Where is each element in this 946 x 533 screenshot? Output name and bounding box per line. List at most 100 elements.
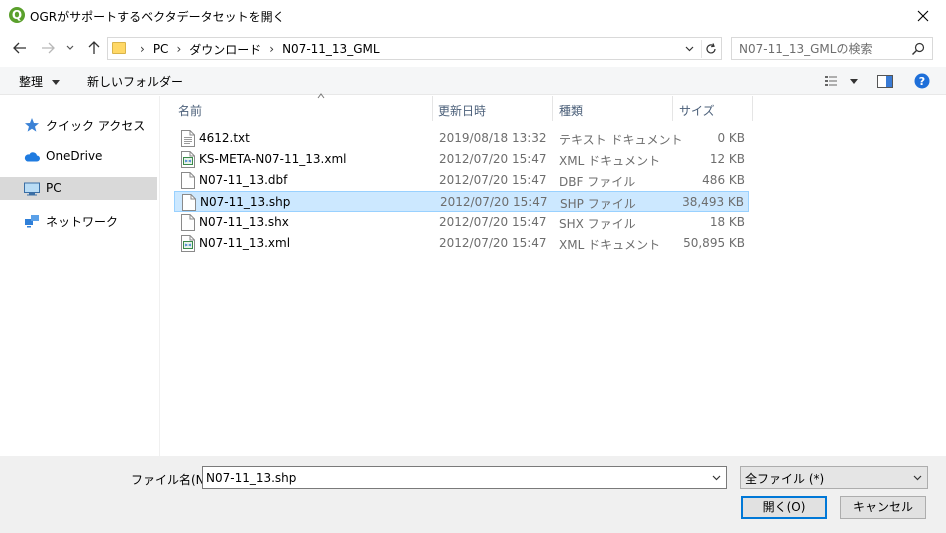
filename-combo[interactable] xyxy=(202,466,727,489)
up-button[interactable] xyxy=(83,37,105,59)
file-date: 2012/07/20 15:47 xyxy=(439,173,547,187)
breadcrumb-pc[interactable]: PC xyxy=(153,42,169,56)
filetype-select[interactable]: 全ファイル (*) xyxy=(740,466,928,489)
file-size: 50,895 KB xyxy=(683,236,745,250)
file-row[interactable]: N07-11_13.xml 2012/07/20 15:47 XML ドキュメント 5… xyxy=(174,233,749,254)
help-icon: ? xyxy=(914,73,930,89)
breadcrumb-separator-icon: › xyxy=(176,42,182,56)
file-type: SHX ファイル xyxy=(559,217,636,231)
file-name: KS-META-N07-11_13.xml xyxy=(199,152,347,166)
search-icon xyxy=(912,42,925,55)
column-divider[interactable] xyxy=(752,96,753,121)
file-type: テキスト ドキュメント xyxy=(559,133,683,147)
breadcrumb-separator-icon: › xyxy=(140,42,145,56)
chevron-down-icon xyxy=(66,45,74,50)
back-arrow-icon xyxy=(13,42,26,54)
column-header-size[interactable]: サイズ xyxy=(679,96,751,121)
nav-label: ネットワーク xyxy=(46,215,119,229)
column-header-date[interactable]: 更新日時 xyxy=(438,96,550,121)
file-date: 2019/08/18 13:32 xyxy=(439,131,547,145)
preview-pane-button[interactable] xyxy=(874,71,896,91)
star-icon xyxy=(25,118,39,132)
help-button[interactable]: ? xyxy=(912,71,932,91)
dialog-footer: ファイル名(N): 全ファイル (*) 開く(O) キャンセル xyxy=(0,456,946,533)
new-folder-button[interactable]: 新しいフォルダー xyxy=(87,73,183,90)
window-title: OGRがサポートするベクタデータセットを開く xyxy=(30,10,285,24)
back-button[interactable] xyxy=(9,37,31,59)
file-row[interactable]: 4612.txt 2019/08/18 13:32 テキスト ドキュメント 0 KB xyxy=(174,128,749,149)
preview-pane-icon xyxy=(877,74,893,88)
caret-down-icon xyxy=(849,78,858,84)
file-row[interactable]: N07-11_13.dbf 2012/07/20 15:47 DBF ファイル 486… xyxy=(174,170,749,191)
breadcrumb-downloads[interactable]: ダウンロード xyxy=(189,41,261,58)
file-name: N07-11_13.dbf xyxy=(199,173,288,187)
file-name: N07-11_13.xml xyxy=(199,236,291,250)
nav-item-onedrive[interactable]: OneDrive xyxy=(0,145,157,168)
file-name: 4612.txt xyxy=(199,131,250,145)
file-date: 2012/07/20 15:47 xyxy=(439,236,547,250)
nav-item-pc[interactable]: PC xyxy=(0,177,157,200)
nav-label: OneDrive xyxy=(46,149,103,163)
organize-label: 整理 xyxy=(19,75,44,89)
file-row[interactable]: N07-11_13.shx 2012/07/20 15:47 SHX ファイル 18 … xyxy=(174,212,749,233)
title-bar: Q OGRがサポートするベクタデータセットを開く xyxy=(0,0,946,31)
blank-file-icon xyxy=(182,194,196,211)
xml-file-icon xyxy=(181,235,195,252)
forward-button[interactable] xyxy=(37,37,59,59)
computer-icon xyxy=(24,182,40,196)
breadcrumb-current-folder[interactable]: N07-11_13_GML xyxy=(282,42,379,56)
chevron-down-icon xyxy=(712,475,720,481)
file-type: XML ドキュメント xyxy=(559,154,661,168)
filetype-dropdown-button[interactable] xyxy=(909,470,925,486)
column-header-type[interactable]: 種類 xyxy=(559,96,671,121)
column-divider[interactable] xyxy=(552,96,553,121)
search-input[interactable] xyxy=(739,41,907,57)
network-icon xyxy=(25,215,39,228)
breadcrumb-separator-icon: › xyxy=(269,42,275,56)
nav-item-quick-access[interactable]: クイック アクセス xyxy=(0,113,157,136)
nav-label: クイック アクセス xyxy=(46,119,146,133)
file-size: 486 KB xyxy=(702,173,745,187)
file-list: 名前 更新日時 種類 サイズ 4612.txt 2019/08/18 13:32 テ… xyxy=(160,93,946,456)
file-type: SHP ファイル xyxy=(560,197,636,211)
cancel-button[interactable]: キャンセル xyxy=(840,496,926,519)
file-size: 38,493 KB xyxy=(682,195,744,209)
organize-button[interactable]: 整理 xyxy=(19,73,60,90)
file-row[interactable]: N07-11_13.shp 2012/07/20 15:47 SHP ファイル 38,… xyxy=(174,191,749,212)
folder-icon xyxy=(112,42,126,54)
file-row[interactable]: KS-META-N07-11_13.xml 2012/07/20 15:47 XML… xyxy=(174,149,749,170)
filename-dropdown-button[interactable] xyxy=(708,470,724,486)
close-button[interactable] xyxy=(900,0,946,31)
search-box[interactable] xyxy=(731,37,933,60)
close-icon xyxy=(917,10,929,21)
open-button[interactable]: 開く(O) xyxy=(741,496,827,519)
file-type: DBF ファイル xyxy=(559,175,636,189)
chevron-down-icon xyxy=(913,475,921,481)
column-divider[interactable] xyxy=(672,96,673,121)
filetype-value: 全ファイル (*) xyxy=(745,472,825,486)
refresh-button[interactable] xyxy=(701,40,719,58)
column-divider[interactable] xyxy=(432,96,433,121)
file-name: N07-11_13.shx xyxy=(199,215,289,229)
caret-down-icon xyxy=(51,80,60,85)
address-history-button[interactable] xyxy=(681,41,697,57)
change-view-button[interactable] xyxy=(822,71,860,91)
up-arrow-icon xyxy=(88,41,100,54)
blank-file-icon xyxy=(181,172,195,189)
filename-input[interactable] xyxy=(206,470,696,486)
command-bar: 整理 新しいフォルダー ? xyxy=(0,67,946,95)
qgis-app-icon: Q xyxy=(9,7,25,23)
breadcrumb: › PC › ダウンロード › N07-11_13_GML xyxy=(132,41,380,57)
nav-item-network[interactable]: ネットワーク xyxy=(0,209,157,232)
file-date: 2012/07/20 15:47 xyxy=(439,215,547,229)
blank-file-icon xyxy=(181,214,195,231)
address-bar[interactable]: › PC › ダウンロード › N07-11_13_GML xyxy=(107,37,722,60)
nav-label: PC xyxy=(46,181,62,195)
refresh-icon xyxy=(705,43,716,54)
sort-ascending-icon xyxy=(317,93,325,99)
view-list-icon xyxy=(824,76,837,86)
column-header-name[interactable]: 名前 xyxy=(178,93,433,121)
recent-locations-button[interactable] xyxy=(62,37,78,59)
svg-text:?: ? xyxy=(919,75,925,88)
file-size: 0 KB xyxy=(717,131,745,145)
